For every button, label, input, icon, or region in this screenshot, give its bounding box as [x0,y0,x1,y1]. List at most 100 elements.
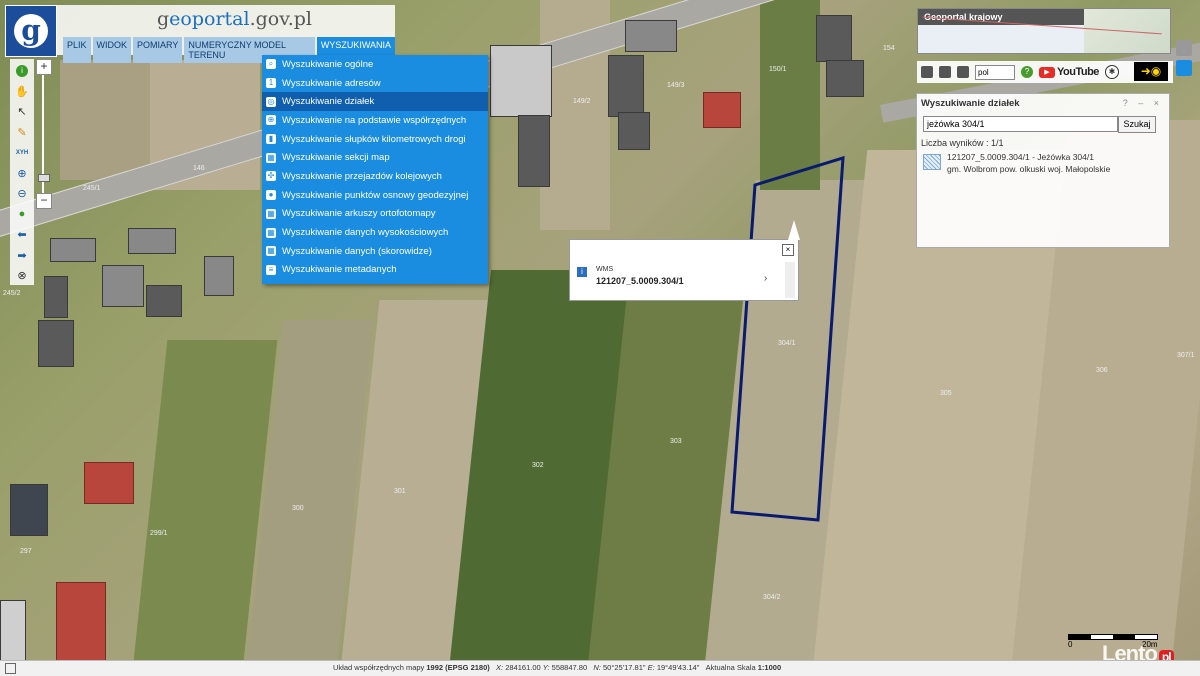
side-tabs [1176,40,1196,80]
zoom-in-tool-button[interactable]: ⊕ [13,164,31,182]
result-location: gm. Wolbrom pow. olkuski woj. Małopolski… [947,164,1111,174]
search-button[interactable]: Szukaj [1118,116,1156,133]
arrow-right-icon: ➡ [17,249,27,262]
parcel-number: 303 [670,438,682,445]
dd-elevation-search[interactable]: ▦ Wyszukiwanie danych wysokościowych [262,223,488,242]
result-count: Liczba wyników : 1/1 [921,138,1004,148]
zoom-out-icon: ⊖ [17,188,27,200]
popup-layer-kind: WMS [596,266,614,273]
dd-label: Wyszukiwanie słupków kilometrowych drogi [282,133,466,145]
accessibility-icon[interactable]: ✱ [1104,65,1119,79]
dd-label: Wyszukiwanie danych wysokościowych [282,227,449,239]
panel-window-controls[interactable]: ? – × [1123,98,1163,108]
menu-plik[interactable]: PLIK [63,37,91,63]
dd-label: Wyszukiwanie przejazdów kolejowych [282,170,442,182]
orthophoto-icon: ▦ [266,208,276,219]
menu-pomiary[interactable]: POMIARY [133,37,183,63]
dd-railway-search[interactable]: ✣ Wyszukiwanie przejazdów kolejowych [262,167,488,186]
print-icon[interactable] [921,66,933,78]
dd-parcel-search[interactable]: ◎ Wyszukiwanie działek [262,92,488,112]
info-icon: i [577,267,587,277]
coordinates-icon: ⊕ [266,115,276,126]
dd-metadata-search[interactable]: ≡ Wyszukiwanie metadanych [262,261,488,280]
parcel-number: 245/2 [3,290,21,297]
dd-label: Wyszukiwanie punktów osnowy geodezyjnej [282,189,469,201]
xyz-icon: XYH [15,149,29,156]
dd-address-search[interactable]: 1 Wyszukiwanie adresów [262,74,488,93]
parcel-result-icon [923,154,941,170]
dd-map-section-search[interactable]: ▦ Wyszukiwanie sekcji map [262,148,488,167]
e-value: 19°49'43.14" [656,663,700,672]
parcel-number: 307/1 [1177,352,1195,359]
dd-index-search[interactable]: ▦ Wyszukiwanie danych (skorowidze) [262,242,488,261]
parcel-number: 299/1 [150,530,168,537]
app-header: g geoportal.gov.pl PLIK WIDOK POMIARY NU… [5,5,395,63]
dd-general-search[interactable]: ⌕ Wyszukiwanie ogólne [262,55,488,74]
status-text: Układ współrzędnych mapy 1992 (EPSG 2180… [333,661,781,675]
result-title: 121207_5.0009.304/1 - Jeżówka 304/1 [947,152,1094,162]
xyz-tool-button[interactable]: XYH [13,144,31,162]
address-icon: 1 [266,78,276,89]
full-extent-button[interactable]: ● [13,205,31,223]
map-section-icon: ▦ [266,152,276,163]
zoom-minus-button[interactable]: − [36,193,52,209]
dd-coordinates-search[interactable]: ⊕ Wyszukiwanie na podstawie współrzędnych [262,111,488,130]
railway-icon: ✣ [266,171,276,182]
select-tool-button[interactable]: ↖ [13,103,31,121]
parcel-number: 306 [1096,367,1108,374]
side-tab-layers[interactable] [1176,40,1192,56]
resize-icon[interactable] [5,663,16,674]
parcel-number: 297 [20,548,32,555]
site-title-suffix: .gov.pl [249,8,312,30]
zoom-in-icon: ⊕ [17,167,27,180]
index-icon: ▦ [266,246,276,257]
y-label: Y: [542,663,550,672]
draw-tool-button[interactable]: ✎ [13,123,31,141]
parcel-number: 300 [292,505,304,512]
search-result-item[interactable]: 121207_5.0009.304/1 - Jeżówka 304/1 gm. … [921,151,1163,177]
popup-close-button[interactable]: × [782,244,794,256]
parcel-number: 154 [883,45,895,52]
status-bar: Układ współrzędnych mapy 1992 (EPSG 2180… [0,660,1200,676]
zoom-plus-button[interactable]: + [36,59,52,75]
geodetic-point-icon: ● [266,190,276,201]
parcel-number: 304/2 [763,594,781,601]
map-toolbar: i ✋ ↖ ✎ XYH ⊕ ⊖ ● ⬅ ➡ ⊗ [10,59,34,285]
language-select[interactable]: pol [975,64,1015,80]
youtube-link[interactable]: ▶ YouTube [1039,66,1099,78]
dd-geodetic-search[interactable]: ● Wyszukiwanie punktów osnowy geodezyjnej [262,186,488,205]
menu-widok[interactable]: WIDOK [92,37,132,63]
dd-milestone-search[interactable]: ▮ Wyszukiwanie słupków kilometrowych drog… [262,130,488,149]
geoportal-logo[interactable]: g [5,5,57,57]
side-tab-visibility[interactable] [1176,60,1192,76]
n-label: N: [593,663,601,672]
popup-expand-button[interactable]: › [764,273,767,284]
popup-scrollbar[interactable] [785,262,795,298]
dd-label: Wyszukiwanie ogólne [282,58,374,70]
site-title: geoportal.gov.pl [157,8,312,30]
layers-icon[interactable] [957,66,969,78]
back-button[interactable]: ⬅ [13,226,31,244]
parcel-number: 146 [193,165,205,172]
site-title-main: eoportal [169,8,250,30]
high-contrast-eye-button[interactable]: ➜◉ [1134,62,1168,81]
parcel-search-input[interactable]: jeżówka 304/1 [923,116,1118,132]
arrow-icon: ↖ [17,106,27,118]
help-icon[interactable]: ? [1021,66,1033,78]
printer-icon[interactable] [939,66,951,78]
forward-button[interactable]: ➡ [13,246,31,264]
feature-info-popup: × i WMS 121207_5.0009.304/1 › [569,220,800,301]
zoom-slider-handle[interactable] [38,174,50,182]
dd-label: Wyszukiwanie arkuszy ortofotomapy [282,208,436,220]
dd-orthophoto-search[interactable]: ▦ Wyszukiwanie arkuszy ortofotomapy [262,205,488,224]
clear-button[interactable]: ⊗ [13,267,31,285]
overview-map[interactable]: Geoportal krajowy [917,8,1171,54]
zoom-out-tool-button[interactable]: ⊖ [13,185,31,203]
parcel-number: 150/1 [769,66,787,73]
info-tool-button[interactable]: i [13,62,31,80]
parcel-icon: ◎ [266,96,276,107]
scale-label: Aktualna Skala [705,663,756,672]
parcel-number: 149/3 [667,82,685,89]
pan-tool-button[interactable]: ✋ [13,82,31,100]
parcel-number: 245/1 [83,185,101,192]
